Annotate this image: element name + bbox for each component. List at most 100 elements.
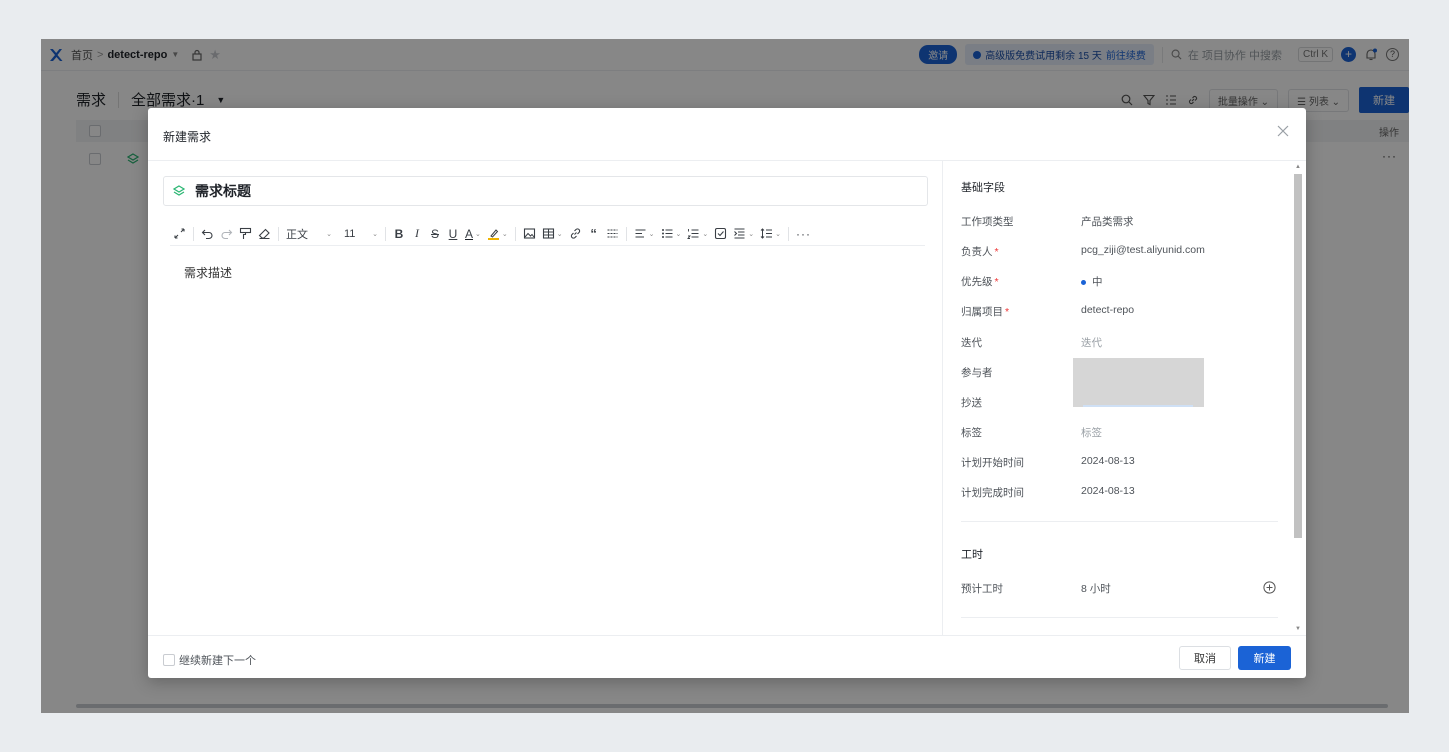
create-button[interactable]: 新建	[1238, 646, 1291, 670]
chevron-down-icon: ⌄	[372, 230, 378, 238]
chevron-down-icon: ⌄	[556, 230, 563, 238]
align-left-icon	[635, 229, 646, 238]
toolbar-divider	[278, 226, 279, 241]
indent-icon	[734, 228, 745, 239]
format-painter-icon	[239, 227, 252, 239]
priority-value-text: 中	[1092, 276, 1103, 288]
highlight-button[interactable]: ⌄	[484, 224, 511, 244]
align-button[interactable]: ⌄	[631, 224, 658, 244]
table-button[interactable]: ⌄	[539, 224, 566, 244]
chevron-down-icon: ⌄	[326, 230, 332, 238]
requirement-type-icon[interactable]	[173, 185, 185, 197]
font-size-select[interactable]: 11 ⌄	[341, 224, 381, 244]
table-icon	[542, 228, 554, 239]
required-mark: *	[994, 276, 999, 288]
ordered-list-icon	[687, 229, 699, 239]
image-icon	[523, 228, 535, 239]
toolbar-divider	[193, 226, 194, 241]
editor-pane: 正文 ⌄ 11 ⌄ B I S U A⌄ ⌄ ⌄ “ ⌄ ⌄ ⌄ ⌄ ⌄ ···	[148, 161, 942, 635]
font-color-button[interactable]: A ⌄	[462, 224, 484, 244]
dialog-title: 新建需求	[163, 130, 212, 144]
ordered-list-button[interactable]: ⌄	[684, 224, 711, 244]
priority-label-text: 优先级	[961, 276, 993, 288]
scroll-down-icon[interactable]: ▼	[1295, 626, 1301, 632]
chevron-down-icon: ⌄	[675, 230, 682, 238]
assignee-value[interactable]: pcg_ziji@test.aliyunid.com	[1081, 244, 1205, 256]
format-painter-button[interactable]	[236, 224, 255, 244]
paragraph-style-value: 正文	[286, 228, 308, 241]
priority-value[interactable]: 中	[1081, 274, 1103, 289]
type-label: 工作项类型	[961, 216, 1014, 228]
required-mark: *	[1005, 306, 1010, 318]
type-value[interactable]: 产品类需求	[1081, 214, 1134, 229]
toolbar-divider	[385, 226, 386, 241]
toolbar-divider	[514, 226, 516, 241]
title-field[interactable]	[163, 176, 928, 206]
iteration-value[interactable]: 迭代	[1081, 335, 1102, 350]
divider-button[interactable]	[603, 224, 622, 244]
font-size-value: 11	[344, 227, 356, 240]
more-tools-button[interactable]: ···	[793, 224, 814, 244]
indent-button[interactable]: ⌄	[730, 224, 757, 244]
redo-icon	[221, 229, 233, 240]
start-date-value[interactable]: 2024-08-13	[1081, 455, 1135, 467]
redacted-underline	[1083, 405, 1193, 407]
continue-create-label: 继续新建下一个	[179, 655, 256, 667]
scrollbar-thumb[interactable]	[1294, 174, 1302, 538]
project-label: 归属项目 *	[961, 304, 1009, 319]
estimate-value[interactable]: 8 小时	[1081, 581, 1111, 596]
underline-button[interactable]: U	[444, 224, 462, 244]
participants-label: 参与者	[961, 367, 993, 379]
chevron-down-icon: ⌄	[702, 230, 709, 238]
section-divider	[961, 521, 1278, 522]
image-button[interactable]	[520, 224, 539, 244]
editor-placeholder: 需求描述	[184, 266, 233, 280]
italic-button[interactable]: I	[408, 224, 426, 244]
redo-button[interactable]	[217, 224, 236, 244]
horizontal-rule-icon	[607, 229, 618, 238]
end-date-value[interactable]: 2024-08-13	[1081, 485, 1135, 497]
redacted-participants-area[interactable]	[1073, 358, 1204, 407]
tags-value[interactable]: 标签	[1081, 425, 1102, 440]
title-input[interactable]	[195, 183, 895, 199]
scroll-up-icon[interactable]: ▲	[1295, 164, 1301, 170]
add-circle-icon[interactable]	[1263, 581, 1276, 594]
bullet-list-icon	[661, 229, 673, 238]
line-height-icon	[760, 228, 773, 239]
iteration-label: 迭代	[961, 337, 982, 349]
cc-label: 抄送	[961, 397, 982, 409]
continue-create-checkbox[interactable]: 继续新建下一个	[163, 652, 256, 668]
expand-icon	[174, 228, 185, 239]
paragraph-style-select[interactable]: 正文 ⌄	[283, 224, 335, 244]
checkbox-box[interactable]	[163, 654, 175, 666]
insert-link-button[interactable]	[566, 224, 585, 244]
bullet-list-button[interactable]: ⌄	[658, 224, 685, 244]
toolbar-divider	[625, 226, 627, 241]
close-icon[interactable]	[1276, 124, 1290, 138]
project-label-text: 归属项目	[961, 306, 1003, 318]
undo-button[interactable]	[198, 224, 217, 244]
project-value[interactable]: detect-repo	[1081, 304, 1134, 316]
estimate-label: 预计工时	[961, 583, 1003, 595]
assignee-label-text: 负责人	[961, 246, 993, 258]
chevron-down-icon: ⌄	[475, 230, 481, 238]
priority-dot-icon	[1081, 279, 1086, 285]
quote-button[interactable]: “	[585, 224, 603, 244]
bold-button[interactable]: B	[390, 224, 408, 244]
line-height-button[interactable]: ⌄	[757, 224, 784, 244]
editor-content[interactable]: 需求描述	[184, 264, 232, 281]
cancel-button[interactable]: 取消	[1179, 646, 1231, 670]
task-list-button[interactable]	[711, 224, 730, 244]
fullscreen-button[interactable]	[170, 224, 189, 244]
section-divider	[961, 617, 1278, 618]
end-date-label: 计划完成时间	[961, 487, 1024, 499]
dialog-footer: 继续新建下一个 取消 新建	[148, 635, 1306, 678]
dialog-header: 新建需求	[148, 108, 1306, 161]
assignee-label: 负责人 *	[961, 244, 999, 259]
clear-format-button[interactable]	[255, 224, 274, 244]
strikethrough-button[interactable]: S	[426, 224, 444, 244]
link-icon	[570, 228, 580, 239]
vertical-scrollbar[interactable]: ▲ ▼	[1290, 161, 1306, 635]
eraser-icon	[258, 228, 270, 240]
toolbar-divider	[788, 226, 790, 241]
